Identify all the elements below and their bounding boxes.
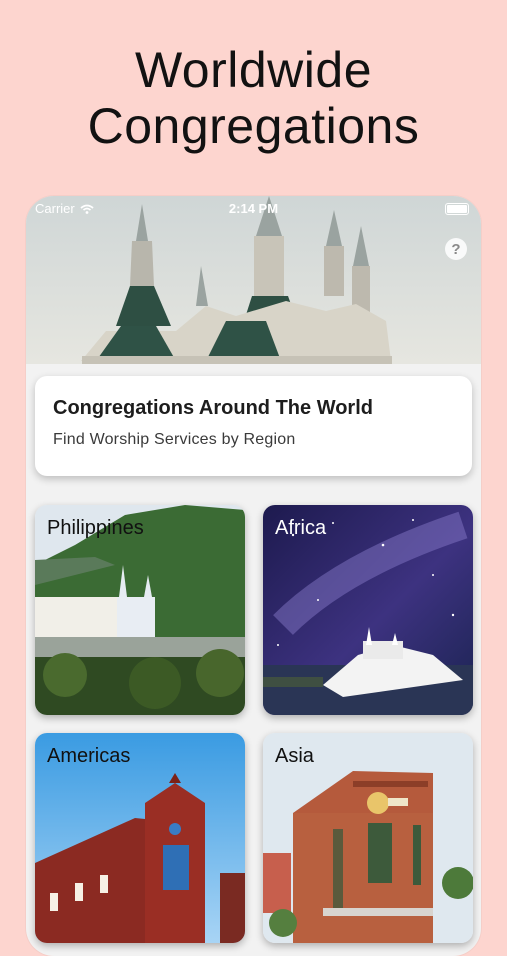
battery-icon [445,203,469,215]
hero-image: Carrier 2:14 PM ? [26,196,481,364]
region-tile-americas[interactable]: Americas [35,733,245,943]
status-bar: Carrier 2:14 PM [26,196,481,220]
headline-line-2: Congregations [87,98,420,154]
info-card-subtitle: Find Worship Services by Region [53,431,296,448]
help-button[interactable]: ? [445,238,467,260]
region-label: Africa [275,517,327,539]
region-tile-africa[interactable]: Africa [263,505,473,715]
headline: Worldwide Congregations [0,42,507,154]
phone-screen: Carrier 2:14 PM ? Congregations Around T… [26,196,481,956]
region-label: Asia [275,745,314,767]
info-card-title: Congregations Around The World [53,397,373,419]
region-label: Philippines [47,517,144,539]
status-time: 2:14 PM [228,201,279,216]
headline-line-1: Worldwide [135,42,372,98]
region-label: Americas [47,745,131,767]
region-tile-philippines[interactable]: Philippines [35,505,245,715]
info-card: Congregations Around The World Find Wors… [35,376,472,476]
question-icon: ? [451,240,461,258]
region-tile-asia[interactable]: Asia [263,733,473,943]
